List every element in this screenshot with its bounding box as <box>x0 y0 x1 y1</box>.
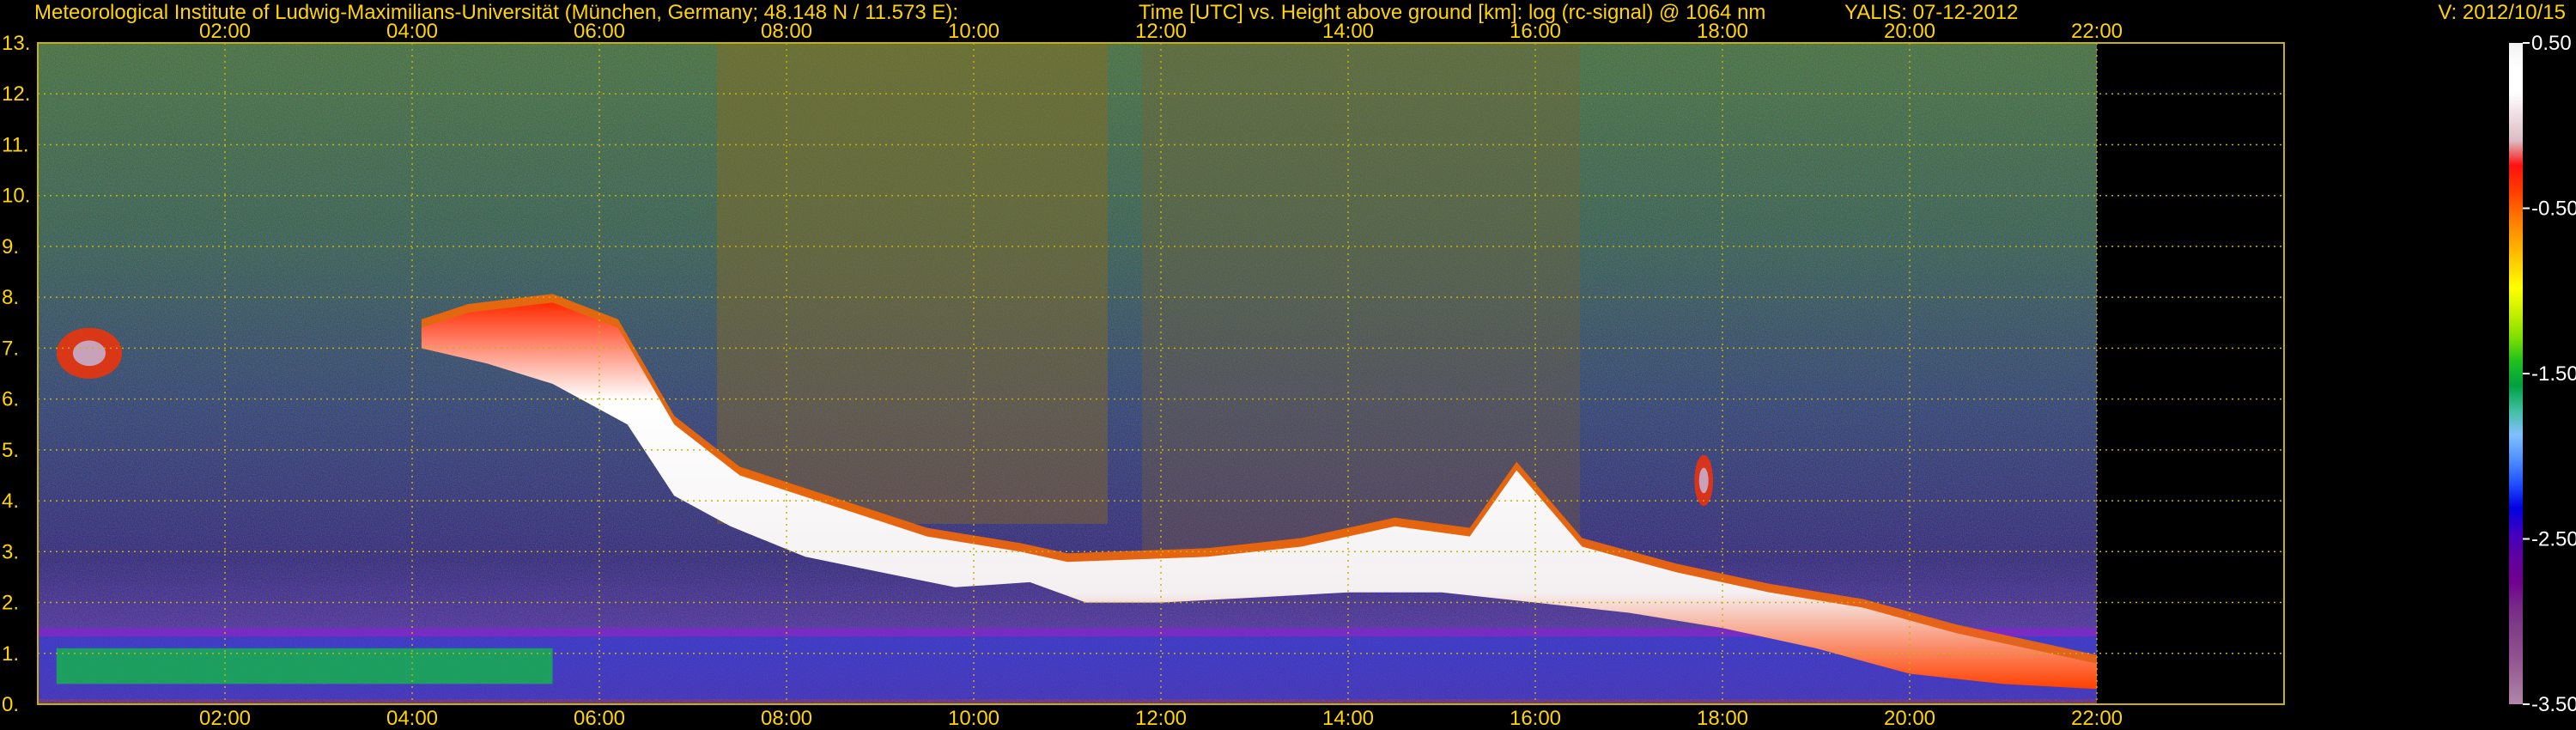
x-tick-label: 08:00 <box>761 20 812 43</box>
x-tick-label: 02:00 <box>199 20 251 43</box>
x-tick-label: 10:00 <box>948 20 999 43</box>
y-tick-label: 11. <box>2 133 29 156</box>
x-axis-bottom: 02:00 04:00 06:00 08:00 10:00 12:00 14:00 16:00… <box>199 707 2123 730</box>
daylight-noise-band <box>717 43 1108 524</box>
x-tick-label: 20:00 <box>1884 20 1935 43</box>
y-tick-label: 3. <box>2 540 19 563</box>
small-cloud-core-1 <box>72 340 106 367</box>
x-tick-label: 12:00 <box>1135 707 1187 730</box>
y-axis: 0. 1. 2. 3. 4. 5. 6. 7. 8. 9. 10. 11. 12. 13. <box>2 32 30 716</box>
x-tick-label: 14:00 <box>1322 707 1374 730</box>
colorbar-tick-label: -1.50 <box>2531 362 2576 386</box>
x-tick-label: 14:00 <box>1322 20 1374 43</box>
colorbar-tick-label: -2.50 <box>2531 528 2576 551</box>
x-tick-label: 16:00 <box>1510 707 1561 730</box>
y-tick-label: 1. <box>2 642 19 666</box>
x-tick-label: 06:00 <box>574 707 625 730</box>
x-tick-label: 06:00 <box>574 20 625 43</box>
x-tick-label: 18:00 <box>1697 20 1748 43</box>
x-tick-label: 04:00 <box>386 707 438 730</box>
x-tick-label: 04:00 <box>386 20 438 43</box>
x-tick-label: 08:00 <box>761 707 812 730</box>
y-tick-label: 9. <box>2 235 19 259</box>
y-tick-label: 7. <box>2 337 19 360</box>
y-tick-label: 12. <box>2 82 30 106</box>
lidar-plot: 02:00 04:00 06:00 08:00 10:00 12:00 14:00 16:00… <box>2 20 2576 730</box>
y-tick-label: 6. <box>2 388 19 411</box>
x-tick-label: 22:00 <box>2071 20 2123 43</box>
y-tick-label: 4. <box>2 490 19 513</box>
x-tick-label: 18:00 <box>1697 707 1748 730</box>
colorbar-tick-label: -3.50 <box>2531 693 2576 716</box>
colorbar: 0.50 -0.50 -1.50 -2.50 -3.50 <box>2509 32 2576 716</box>
no-data-region <box>2097 43 2284 704</box>
x-axis-top: 02:00 04:00 06:00 08:00 10:00 12:00 14:00 16:00… <box>199 20 2123 43</box>
x-tick-label: 16:00 <box>1510 20 1561 43</box>
y-tick-label: 13. <box>2 32 30 55</box>
y-tick-label: 2. <box>2 592 19 615</box>
y-tick-label: 10. <box>2 185 30 208</box>
y-tick-label: 8. <box>2 286 19 309</box>
x-tick-label: 20:00 <box>1884 707 1935 730</box>
small-cloud-core-2 <box>1698 467 1709 494</box>
x-tick-label: 22:00 <box>2071 707 2123 730</box>
x-tick-label: 12:00 <box>1135 20 1187 43</box>
y-tick-label: 5. <box>2 439 19 462</box>
x-tick-label: 02:00 <box>199 707 251 730</box>
x-tick-label: 10:00 <box>948 707 999 730</box>
y-tick-label: 0. <box>2 693 19 716</box>
colorbar-tick-label: -0.50 <box>2531 198 2576 221</box>
colorbar-gradient <box>2509 43 2523 704</box>
colorbar-tick-label: 0.50 <box>2531 32 2572 55</box>
